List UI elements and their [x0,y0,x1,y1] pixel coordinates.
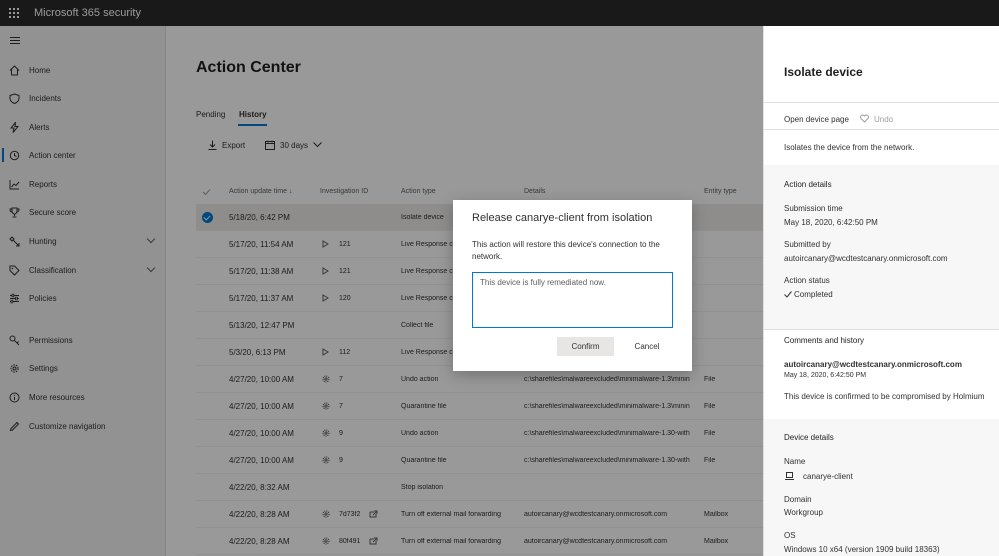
undo-button[interactable]: Undo [874,115,893,124]
release-isolation-dialog: Release canarye-client from isolation Th… [453,200,692,371]
comment-textarea[interactable]: This device is fully remediated now. [472,272,673,328]
device-name-label: Name [784,457,806,466]
submission-time-label: Submission time [784,204,843,213]
cancel-button[interactable]: Cancel [625,337,669,356]
details-panel: Isolate device Open device page Undo Iso… [763,26,999,556]
checkmark-icon [784,291,792,298]
domain-label: Domain [784,495,812,504]
submitted-by-value: autoircanary@wcdtestcanary.onmicrosoft.c… [784,254,948,263]
device-details-header: Device details [784,433,834,442]
os-label: OS [784,531,796,540]
submitted-by-label: Submitted by [784,240,831,249]
action-details-header: Action details [784,180,832,189]
divider [764,329,999,330]
os-value: Windows 10 x64 (version 1909 build 18363… [784,545,940,554]
laptop-icon [785,472,794,480]
comment-time: May 18, 2020, 6:42:50 PM [784,372,867,379]
open-device-page-link[interactable]: Open device page [784,115,849,124]
comments-header: Comments and history [784,336,865,345]
undo-heart-icon [860,114,869,123]
action-status-value: Completed [794,290,833,299]
panel-description: Isolates the device from the network. [784,143,915,152]
submission-time-value: May 18, 2020, 6:42:50 PM [784,218,878,227]
domain-value: Workgroup [784,508,823,517]
comment-author: autoircanary@wcdtestcanary.onmicrosoft.c… [784,360,962,369]
comment-text: This device is confirmed to be compromis… [784,392,985,401]
dialog-message: This action will restore this device's c… [472,240,660,261]
confirm-button[interactable]: Confirm [557,337,614,356]
panel-title: Isolate device [784,65,863,79]
divider [764,102,999,103]
device-name-value: canarye-client [803,472,853,481]
divider [764,129,999,130]
action-status-label: Action status [784,276,830,285]
dialog-title: Release canarye-client from isolation [472,212,653,224]
